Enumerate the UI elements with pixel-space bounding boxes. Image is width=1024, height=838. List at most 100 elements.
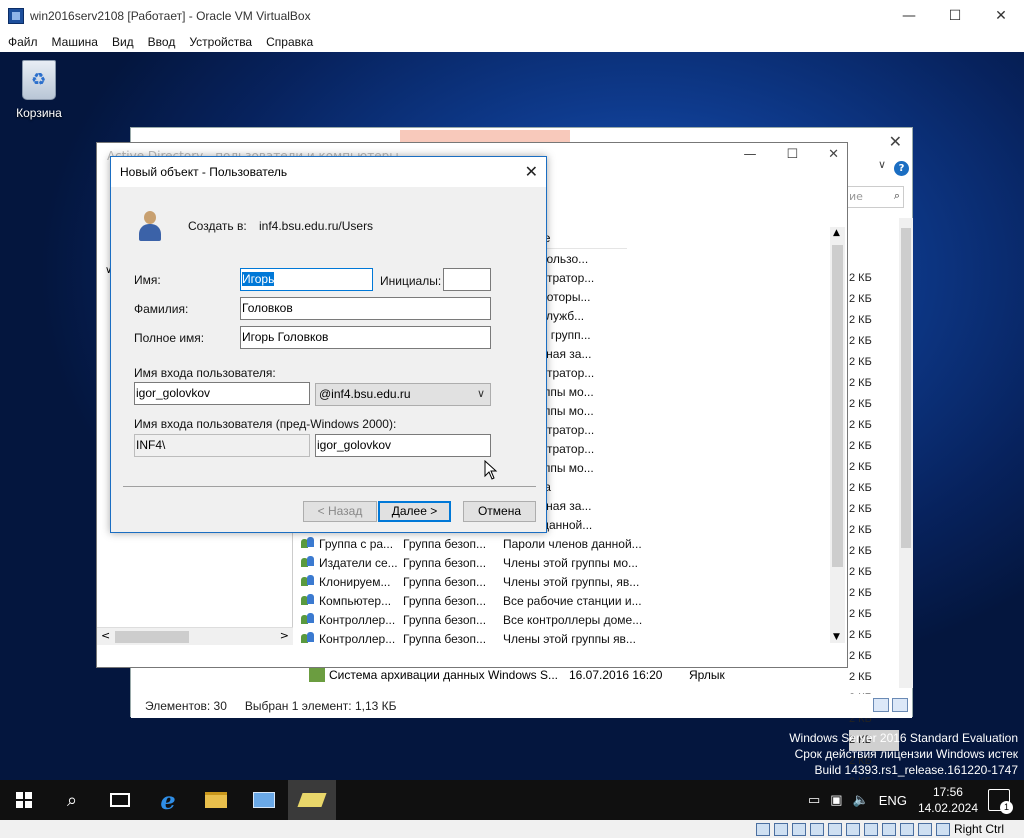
- task-view-icon: [110, 793, 130, 807]
- create-in-label: Создать в:: [188, 219, 247, 233]
- size-cell: 2 КБ: [849, 398, 872, 410]
- list-vertical-scrollbar[interactable]: ▲ ▼: [830, 227, 845, 643]
- size-cell: 2 КБ: [849, 524, 872, 536]
- menu-help[interactable]: Справка: [266, 35, 313, 49]
- taskbar: ⌕ e ▭ ▣ 🔈 ENG 17:56 14.02.2024 1: [0, 780, 1024, 820]
- vbox-window-title: win2016serv2108 [Работает] - Oracle VM V…: [30, 8, 311, 23]
- size-cell: 2 КБ: [849, 482, 872, 494]
- recycle-bin[interactable]: Корзина: [14, 60, 64, 120]
- table-row[interactable]: Группа с ра... Группа безоп... Пароли член…: [301, 534, 648, 553]
- system-tray: ▭ ▣ 🔈 ENG 17:56 14.02.2024 1: [803, 780, 1024, 820]
- display-icon[interactable]: [863, 822, 878, 836]
- ad-close-button[interactable]: ✕: [828, 147, 839, 162]
- internet-explorer-button[interactable]: e: [144, 780, 192, 820]
- network-icon[interactable]: [809, 822, 824, 836]
- dialog-close-button[interactable]: ✕: [525, 162, 538, 181]
- first-name-input[interactable]: Игорь: [240, 268, 373, 291]
- cancel-button[interactable]: Отмена: [463, 501, 536, 522]
- dialog-title: Новый объект - Пользователь: [111, 157, 546, 187]
- vbox-close-button[interactable]: ✕: [978, 0, 1024, 31]
- size-cell: 2 КБ: [849, 608, 872, 620]
- explorer-search-input[interactable]: ие ⌕: [846, 186, 904, 208]
- shortcut-icon: [309, 668, 325, 682]
- search-button[interactable]: ⌕: [48, 780, 96, 820]
- recycle-bin-icon: [22, 60, 56, 100]
- large-icons-view-icon[interactable]: [892, 698, 908, 712]
- notification-center-icon[interactable]: 1: [988, 789, 1013, 814]
- table-row[interactable]: Контроллер... Группа безоп... Все контролл…: [301, 610, 648, 629]
- table-row[interactable]: Клонируем... Группа безоп... Члены этой гр…: [301, 572, 648, 591]
- ad-maximize-button[interactable]: ☐: [786, 147, 798, 162]
- details-view-icon[interactable]: [873, 698, 889, 712]
- upn-suffix-select[interactable]: @inf4.bsu.edu.ru ∨: [315, 383, 491, 406]
- task-view-button[interactable]: [96, 780, 144, 820]
- last-name-input[interactable]: Головков: [240, 297, 491, 320]
- recording-icon[interactable]: [881, 822, 896, 836]
- folder-icon: [205, 792, 227, 808]
- menu-machine[interactable]: Машина: [52, 35, 98, 49]
- ad-users-taskbar-button[interactable]: [240, 780, 288, 820]
- explorer-vertical-scrollbar[interactable]: [899, 218, 913, 688]
- scroll-up-icon[interactable]: ▲: [833, 228, 840, 238]
- group-icon: [301, 613, 315, 626]
- admin-tools-taskbar-button[interactable]: [288, 780, 336, 820]
- audio-icon[interactable]: [791, 822, 806, 836]
- clock[interactable]: 17:56 14.02.2024: [918, 784, 978, 816]
- full-name-label: Полное имя:: [134, 331, 205, 345]
- next-button[interactable]: Далее >: [378, 501, 451, 522]
- help-icon[interactable]: ?: [894, 161, 909, 176]
- group-icon: [301, 556, 315, 569]
- ad-minimize-button[interactable]: —: [743, 147, 756, 162]
- windows-logo-icon: [16, 792, 32, 808]
- ribbon-expand-icon[interactable]: ∨: [878, 158, 886, 171]
- file-explorer-button[interactable]: [192, 780, 240, 820]
- menu-view[interactable]: Вид: [112, 35, 134, 49]
- cpu-icon[interactable]: [899, 822, 914, 836]
- create-in-value: inf4.bsu.edu.ru/Users: [259, 219, 374, 233]
- explorer-close-button[interactable]: ✕: [889, 132, 902, 151]
- start-button[interactable]: [0, 780, 48, 820]
- pre2000-domain-field: INF4\: [134, 434, 310, 457]
- pre2000-logon-input[interactable]: igor_golovkov: [315, 434, 491, 457]
- vbox-maximize-button[interactable]: ☐: [932, 0, 978, 31]
- back-button[interactable]: < Назад: [303, 501, 377, 522]
- optical-drive-icon[interactable]: [773, 822, 788, 836]
- initials-input[interactable]: [443, 268, 491, 291]
- chevron-down-icon: ∨: [476, 388, 485, 400]
- status-selection: Выбран 1 элемент: 1,13 КБ: [244, 699, 397, 713]
- tray-volume-muted-icon[interactable]: 🔈: [853, 792, 869, 808]
- vbox-minimize-button[interactable]: —: [886, 0, 932, 31]
- scroll-down-icon[interactable]: ▼: [833, 632, 840, 642]
- list-item[interactable]: Система архивации данных Windows S... 16…: [309, 668, 725, 682]
- vbox-statusbar: Right Ctrl: [0, 820, 1024, 838]
- hdd-icon[interactable]: [755, 822, 770, 836]
- last-name-label: Фамилия:: [134, 302, 189, 316]
- table-row[interactable]: Издатели се... Группа безоп... Члены этой …: [301, 553, 648, 572]
- language-indicator[interactable]: ENG: [879, 793, 907, 808]
- full-name-input[interactable]: Игорь Головков: [240, 326, 491, 349]
- usb-icon[interactable]: [827, 822, 842, 836]
- table-row[interactable]: Компьютер... Группа безоп... Все рабочие с…: [301, 591, 648, 610]
- tray-power-icon[interactable]: ▭: [808, 792, 820, 808]
- ad-users-icon: [253, 792, 275, 808]
- size-cell: 2 КБ: [849, 356, 872, 368]
- menu-input[interactable]: Ввод: [148, 35, 176, 49]
- shared-folders-icon[interactable]: [845, 822, 860, 836]
- menu-file[interactable]: Файл: [8, 35, 38, 49]
- scroll-left-icon[interactable]: <: [101, 629, 110, 642]
- vbox-titlebar: win2016serv2108 [Работает] - Oracle VM V…: [0, 0, 1024, 31]
- virtualbox-icon: [8, 7, 24, 24]
- keyboard-icon[interactable]: [935, 822, 950, 836]
- logon-name-input[interactable]: igor_golovkov: [134, 382, 310, 405]
- mouse-cursor-icon: [484, 460, 498, 480]
- mouse-integration-icon[interactable]: [917, 822, 932, 836]
- size-cell: 2 КБ: [849, 566, 872, 578]
- group-icon: [301, 632, 315, 645]
- table-row[interactable]: Контроллер... Группа безоп... Члены этой г…: [301, 629, 648, 648]
- scroll-right-icon[interactable]: >: [280, 629, 289, 642]
- tray-network-icon[interactable]: ▣: [830, 792, 842, 808]
- size-cell: 2 КБ: [849, 629, 872, 641]
- tree-horizontal-scrollbar[interactable]: < >: [97, 627, 293, 645]
- internet-explorer-icon: e: [160, 785, 176, 815]
- menu-devices[interactable]: Устройства: [189, 35, 252, 49]
